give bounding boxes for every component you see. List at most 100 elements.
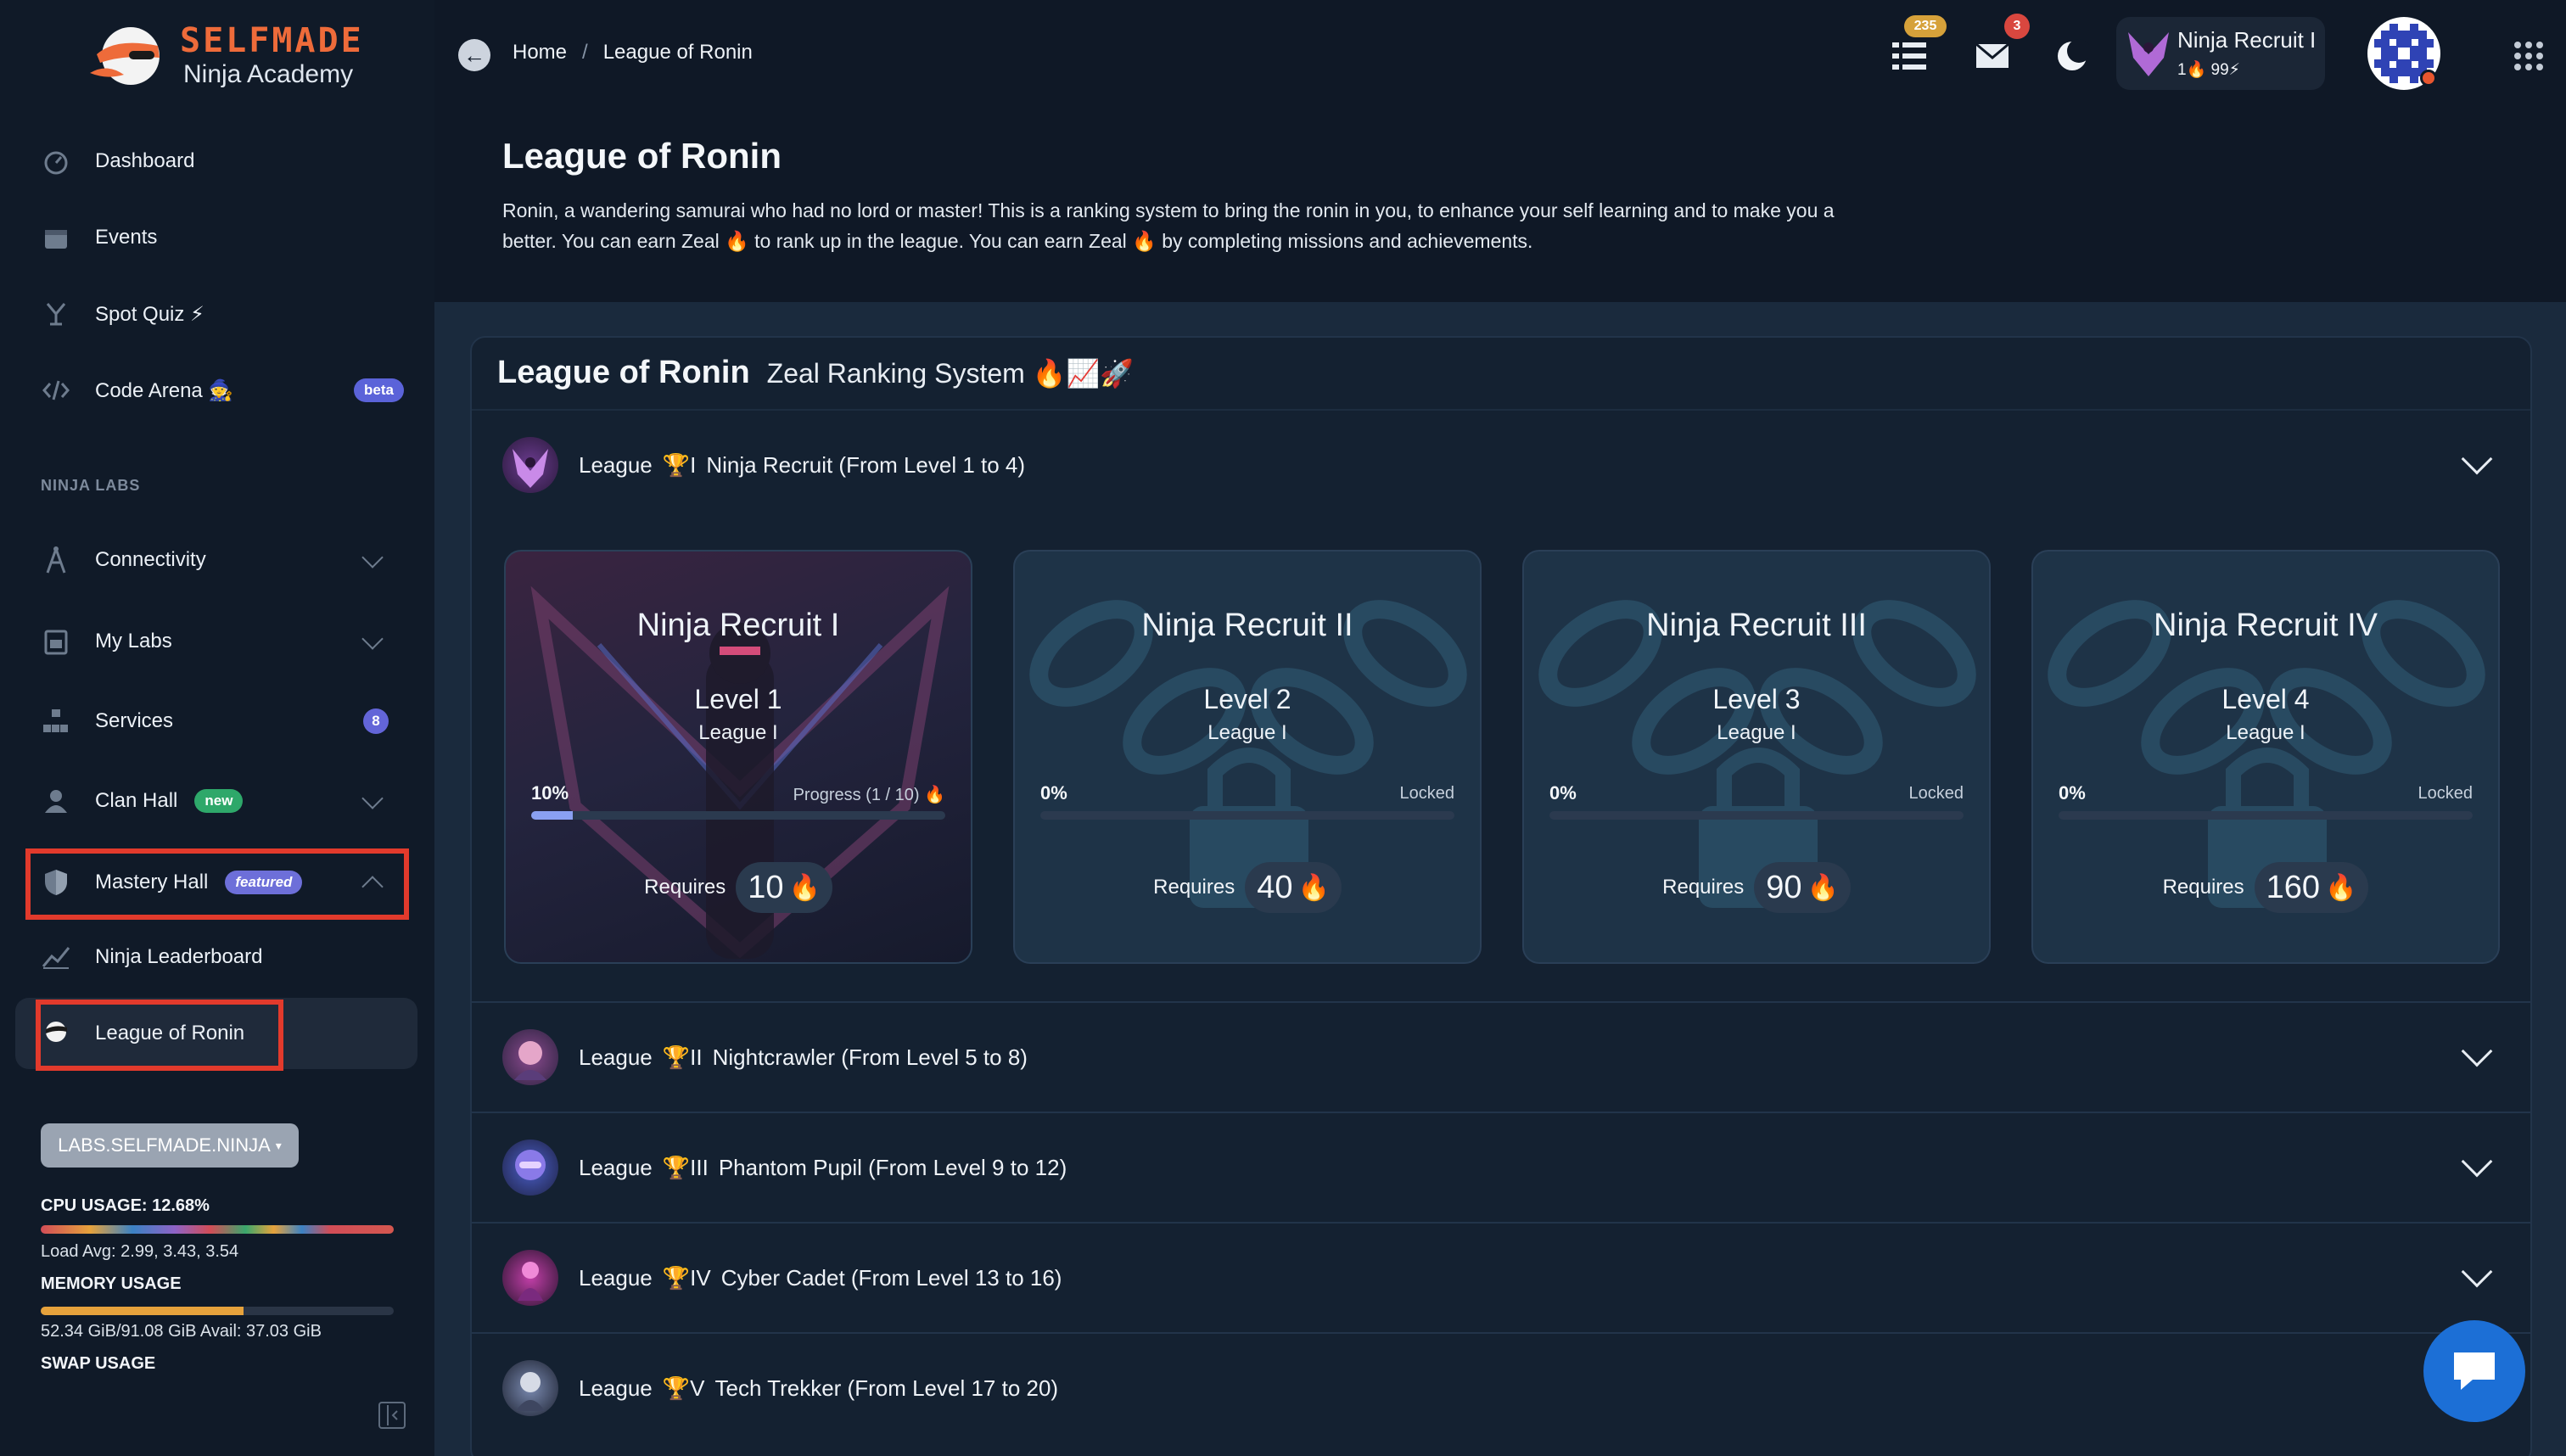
rank-card-2[interactable]: Ninja Recruit II Level 2 League I 0% Loc… bbox=[1013, 550, 1482, 964]
caret-down-icon: ▾ bbox=[275, 1138, 282, 1152]
apps-grid-icon[interactable] bbox=[2503, 31, 2554, 81]
league-name: Ninja Recruit (From Level 1 to 4) bbox=[706, 451, 1026, 478]
memory-usage-text: 52.34 GiB/91.08 GiB Avail: 37.03 GiB bbox=[41, 1322, 322, 1341]
trophy-icon: 🏆 bbox=[662, 1154, 691, 1180]
sidebar-item-clan-hall[interactable]: Clan Hall new bbox=[39, 776, 404, 826]
user-rank-name: Ninja Recruit I bbox=[2177, 27, 2317, 53]
sidebar-item-label: Events bbox=[95, 226, 158, 249]
cpu-usage-bar bbox=[41, 1225, 394, 1234]
highlight-box-league-of-ronin bbox=[36, 1000, 283, 1071]
rank-progress-bar bbox=[531, 811, 945, 820]
league-row-5[interactable]: League 🏆V Tech Trekker (From Level 17 to… bbox=[472, 1332, 2530, 1442]
rank-card-1[interactable]: Ninja Recruit I Level 1 League I 10% Pro… bbox=[504, 550, 972, 964]
mail-icon[interactable] bbox=[1967, 31, 2018, 81]
memory-usage-bar bbox=[41, 1307, 394, 1315]
league-5-emblem-icon bbox=[502, 1360, 558, 1416]
services-icon bbox=[39, 704, 73, 738]
page-description: Ronin, a wandering samurai who had no lo… bbox=[502, 199, 1835, 252]
league-row-2[interactable]: League 🏆II Nightcrawler (From Level 5 to… bbox=[472, 1001, 2530, 1112]
sidebar-item-my-labs[interactable]: My Labs bbox=[39, 616, 404, 667]
rank-status: Progress (1 / 10) 🔥 bbox=[793, 786, 945, 804]
rank-level: Level 4 bbox=[2221, 684, 2310, 714]
league-ranking-card: League of Ronin Zeal Ranking System 🔥📈🚀 … bbox=[470, 336, 2532, 1456]
requires-value: 10 🔥 bbox=[736, 862, 832, 913]
sidebar-item-dashboard[interactable]: Dashboard bbox=[39, 136, 404, 187]
rank-progress-percent: 0% bbox=[1040, 782, 1067, 804]
zeal-amount: 40 bbox=[1257, 869, 1293, 905]
sidebar-item-label: Services bbox=[95, 709, 174, 732]
breadcrumb-current: League of Ronin bbox=[602, 41, 753, 64]
zeal-amount: 10 bbox=[748, 869, 784, 905]
rank-status: Locked bbox=[1399, 784, 1455, 803]
rank-name: Ninja Recruit IV bbox=[2154, 608, 2378, 643]
trophy-icon: 🏆 bbox=[662, 1375, 691, 1401]
league-row-1[interactable]: League 🏆I Ninja Recruit (From Level 1 to… bbox=[472, 409, 2530, 519]
rank-level: Level 2 bbox=[1203, 684, 1291, 714]
sidebar-item-label: Ninja Leaderboard bbox=[95, 945, 263, 968]
brand-logo[interactable]: SELFMADE Ninja Academy bbox=[81, 20, 364, 92]
page-title: League of Ronin bbox=[502, 136, 782, 176]
rank-name: Ninja Recruit III bbox=[1646, 608, 1867, 643]
rank-progress-fill bbox=[531, 811, 573, 820]
sidebar-item-label: Connectivity bbox=[95, 548, 206, 571]
league-numeral: III bbox=[690, 1154, 709, 1180]
trophy-icon: 🏆 bbox=[662, 451, 691, 478]
environment-label: LABS.SELFMADE.NINJA bbox=[58, 1134, 271, 1156]
sidebar: SELFMADE Ninja Academy Dashboard Events … bbox=[0, 0, 434, 1456]
rank-level: Level 1 bbox=[694, 684, 782, 714]
rank-status: Locked bbox=[1908, 784, 1964, 803]
rank-name: Ninja Recruit II bbox=[1141, 608, 1353, 643]
rank-level: Level 3 bbox=[1712, 684, 1801, 714]
league-name: Nightcrawler (From Level 5 to 8) bbox=[712, 1044, 1028, 1070]
quiz-icon bbox=[39, 297, 73, 331]
rank-progress-percent: 0% bbox=[1549, 782, 1577, 804]
league-1-emblem-icon bbox=[502, 437, 558, 493]
requires-value: 90 🔥 bbox=[1754, 862, 1851, 913]
league-numeral: I bbox=[690, 451, 697, 478]
chevron-down-icon bbox=[361, 787, 384, 809]
collapse-sidebar-icon[interactable] bbox=[378, 1402, 406, 1429]
notifications-count-badge: 235 bbox=[1904, 15, 1947, 37]
requires-label: Requires bbox=[644, 876, 726, 899]
chevron-down-icon[interactable] bbox=[2461, 1145, 2493, 1178]
dark-mode-moon-icon[interactable] bbox=[2047, 31, 2098, 81]
zeal-amount: 160 bbox=[2266, 869, 2321, 905]
league-row-3[interactable]: League 🏆III Phantom Pupil (From Level 9 … bbox=[472, 1112, 2530, 1222]
sidebar-item-events[interactable]: Events bbox=[39, 212, 404, 263]
chevron-down-icon[interactable] bbox=[2461, 1035, 2493, 1067]
requires-value: 40 🔥 bbox=[1245, 862, 1342, 913]
requires-label: Requires bbox=[1662, 876, 1745, 899]
league-3-emblem-icon bbox=[502, 1140, 558, 1196]
chat-widget-button[interactable] bbox=[2423, 1320, 2525, 1422]
rank-card-3[interactable]: Ninja Recruit III Level 3 League I 0% Lo… bbox=[1522, 550, 1991, 964]
league-row-4[interactable]: League 🏆IV Cyber Cadet (From Level 13 to… bbox=[472, 1222, 2530, 1332]
back-arrow-icon[interactable]: ← bbox=[458, 39, 490, 71]
sidebar-item-services[interactable]: Services 8 bbox=[39, 696, 404, 747]
breadcrumb-home[interactable]: Home bbox=[513, 41, 567, 64]
chat-bubble-icon bbox=[2454, 1352, 2495, 1390]
memory-usage-fill bbox=[41, 1307, 244, 1315]
sidebar-item-code-arena[interactable]: Code Arena 🧙 beta bbox=[39, 365, 404, 416]
sidebar-item-connectivity[interactable]: Connectivity bbox=[39, 535, 404, 585]
league-numeral: IV bbox=[690, 1264, 711, 1291]
league-numeral: II bbox=[690, 1044, 703, 1070]
sidebar-item-ninja-leaderboard[interactable]: Ninja Leaderboard bbox=[39, 932, 404, 983]
rank-progress-bar bbox=[1549, 811, 1964, 820]
requires-value: 160 🔥 bbox=[2254, 862, 2369, 913]
environment-dropdown[interactable]: LABS.SELFMADE.NINJA ▾ bbox=[41, 1123, 299, 1168]
chevron-down-icon bbox=[361, 628, 384, 650]
cpu-load-average: Load Avg: 2.99, 3.43, 3.54 bbox=[41, 1242, 239, 1261]
beta-badge: beta bbox=[354, 378, 404, 402]
rank-league: League I bbox=[2226, 721, 2305, 744]
sidebar-item-label: My Labs bbox=[95, 630, 172, 652]
rank-card-4[interactable]: Ninja Recruit IV Level 4 League I 0% Loc… bbox=[2031, 550, 2500, 964]
chevron-down-icon[interactable] bbox=[2461, 443, 2493, 475]
avatar[interactable] bbox=[2367, 17, 2440, 90]
rank-league: League I bbox=[1717, 721, 1796, 744]
sidebar-item-spot-quiz[interactable]: Spot Quiz ⚡ bbox=[39, 288, 404, 339]
flame-icon: 🔥 bbox=[1297, 873, 1330, 902]
rank-name: Ninja Recruit I bbox=[636, 608, 840, 643]
notifications-list-icon[interactable] bbox=[1884, 31, 1935, 81]
chevron-down-icon[interactable] bbox=[2461, 1256, 2493, 1288]
user-profile-pill[interactable]: Ninja Recruit I 1🔥 99⚡ bbox=[2116, 17, 2325, 90]
